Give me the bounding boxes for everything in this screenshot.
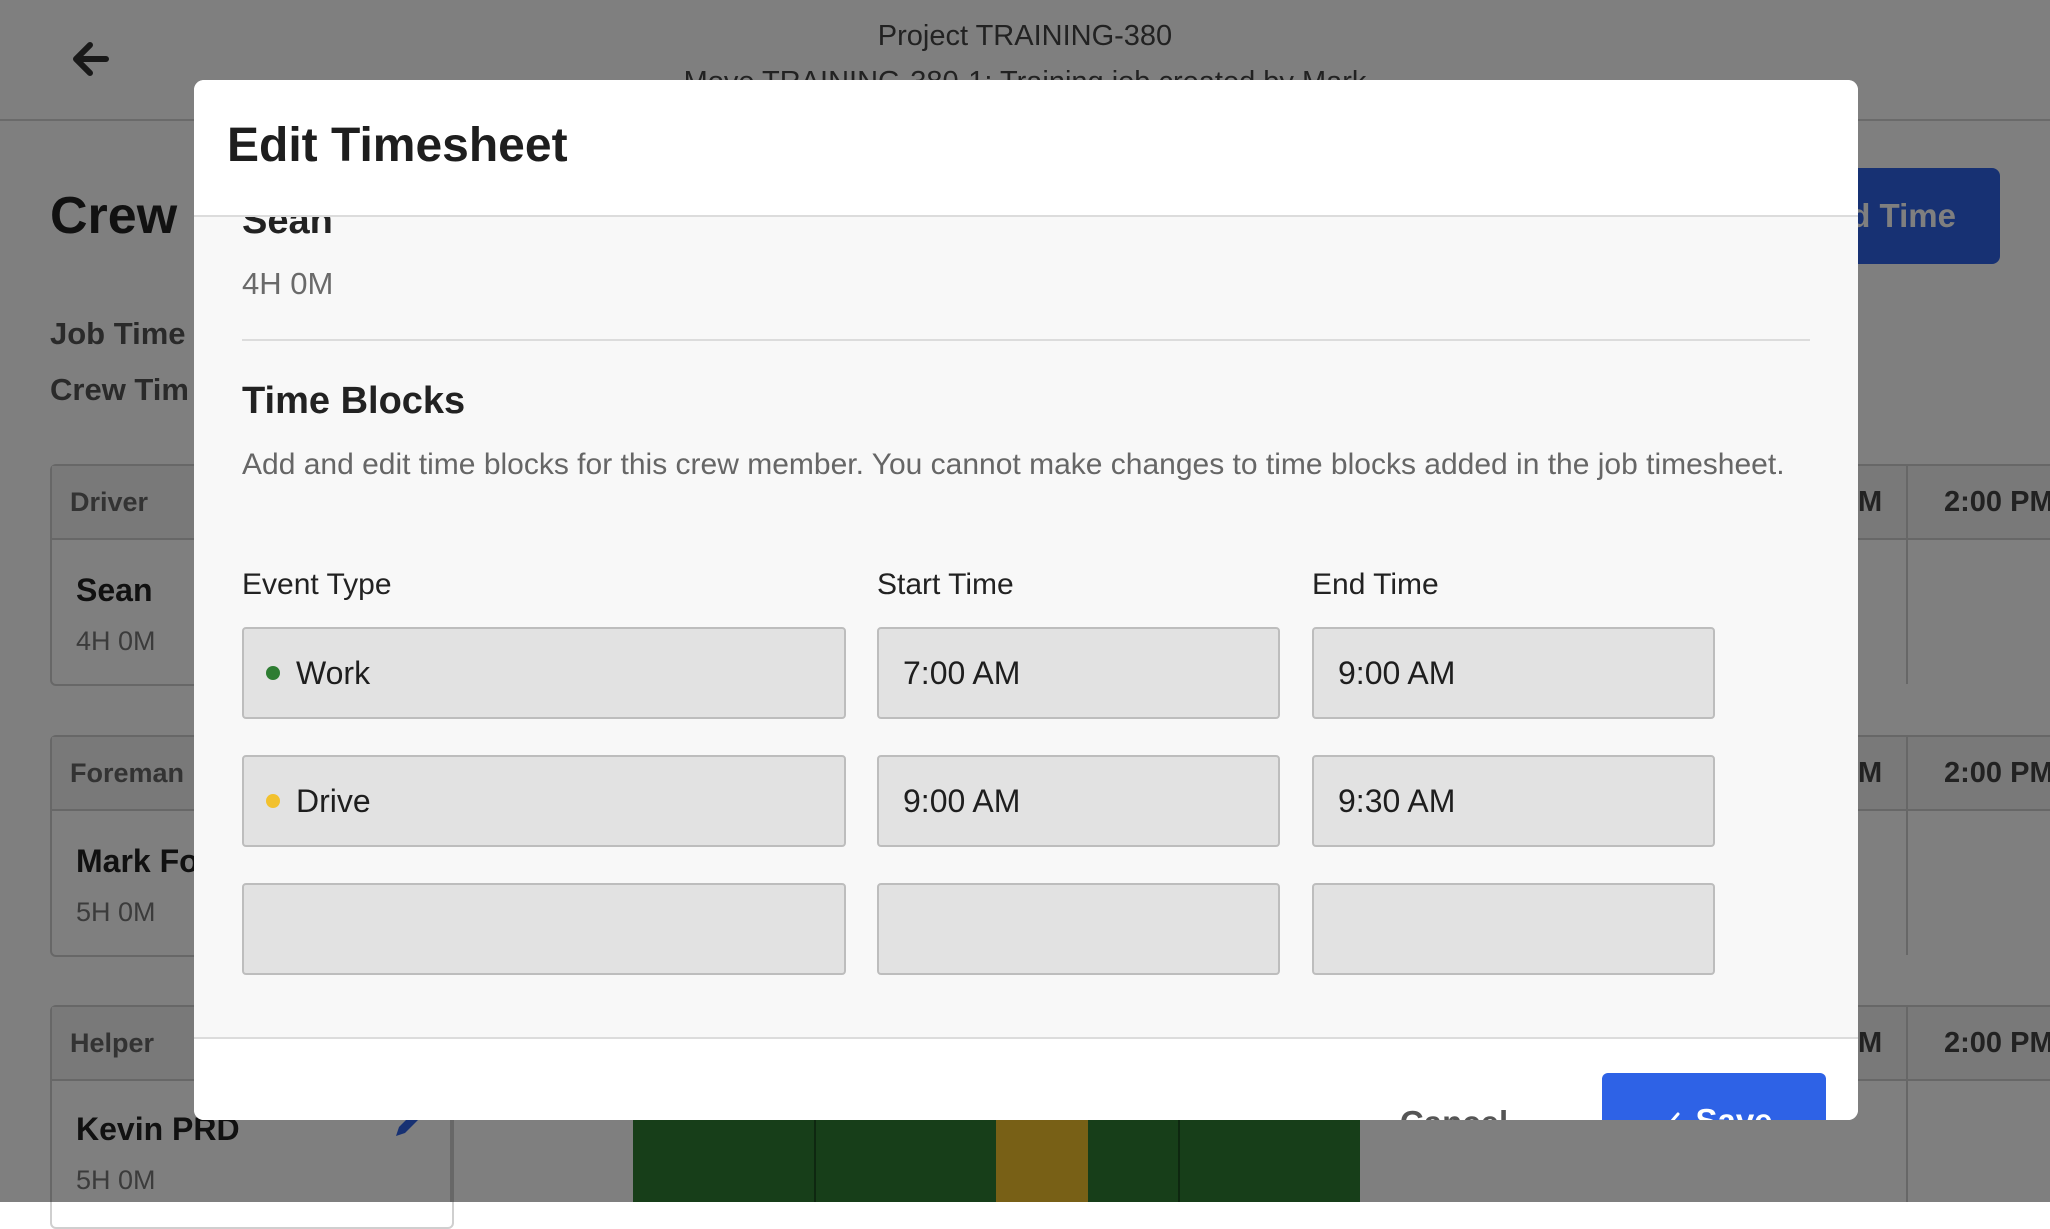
save-button[interactable]: Save [1602, 1073, 1826, 1120]
drive-status-dot [266, 794, 280, 808]
event-type-value: Work [296, 654, 371, 691]
cancel-button[interactable]: Cancel [1374, 1075, 1534, 1120]
start-time-value: 7:00 AM [903, 654, 1021, 691]
end-time-value: 9:00 AM [1338, 654, 1456, 691]
event-type-label: Event Type [242, 568, 392, 601]
end-time-label: End Time [1312, 568, 1439, 601]
event-type-value: Drive [296, 782, 371, 819]
divider [242, 339, 1810, 341]
work-status-dot [266, 666, 280, 680]
time-blocks-heading: Time Blocks [242, 380, 466, 422]
modal-footer: Cancel Save [194, 1037, 1858, 1120]
end-time-input[interactable] [1312, 883, 1715, 975]
start-time-input[interactable] [877, 883, 1280, 975]
edit-timesheet-modal: Edit Timesheet Sean 4H 0M Time Blocks Ad… [194, 80, 1858, 1120]
start-time-value: 9:00 AM [903, 782, 1021, 819]
crew-member-duration: 4H 0M [242, 266, 334, 301]
save-label: Save [1695, 1102, 1772, 1120]
time-blocks-description: Add and edit time blocks for this crew m… [242, 448, 1785, 481]
start-time-label: Start Time [877, 568, 1014, 601]
event-type-select[interactable]: Drive [242, 755, 846, 847]
event-type-select[interactable] [242, 883, 846, 975]
start-time-input[interactable]: 9:00 AM [877, 755, 1280, 847]
event-type-select[interactable]: Work [242, 627, 846, 719]
end-time-value: 9:30 AM [1338, 782, 1456, 819]
start-time-input[interactable]: 7:00 AM [877, 627, 1280, 719]
crew-member-title: Sean [242, 217, 333, 242]
end-time-input[interactable]: 9:00 AM [1312, 627, 1715, 719]
modal-scroll-area[interactable]: Sean 4H 0M Time Blocks Add and edit time… [194, 217, 1858, 1037]
checkmark-icon [1671, 1112, 1680, 1120]
end-time-input[interactable]: 9:30 AM [1312, 755, 1715, 847]
